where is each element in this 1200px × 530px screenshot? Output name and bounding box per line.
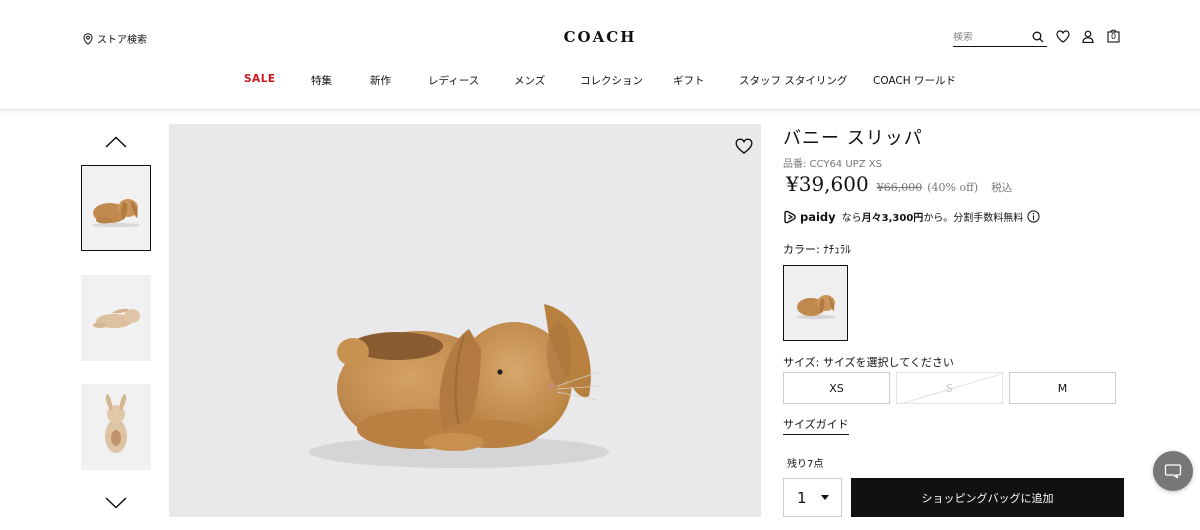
- price-row: ¥39,600 ¥66,000 (40% off) 税込: [786, 172, 1012, 196]
- nav-item-staff-styling[interactable]: スタッフ スタイリング: [739, 73, 847, 88]
- wishlist-heart-icon[interactable]: [735, 138, 753, 154]
- tax-label: 税込: [991, 182, 1013, 194]
- discount-label: (40% off): [927, 181, 979, 194]
- thumbnail-next-button[interactable]: [101, 494, 131, 512]
- sale-price: ¥39,600: [786, 172, 869, 196]
- size-option-s-label: S: [946, 381, 953, 395]
- size-label: サイズ: サイズを選択してください: [783, 356, 954, 369]
- stock-remaining: 残り7点: [787, 459, 824, 470]
- store-search-link[interactable]: ストア検索: [83, 31, 147, 46]
- main-nav: SALE 特集 新作 レディース メンズ コレクション ギフト スタッフ スタイ…: [0, 73, 1200, 89]
- chat-button[interactable]: [1153, 451, 1193, 491]
- paidy-logo-icon: [784, 210, 796, 223]
- thumbnail-1[interactable]: [81, 165, 151, 251]
- heart-icon[interactable]: [1056, 30, 1070, 43]
- color-swatch-natural[interactable]: [783, 265, 848, 341]
- product-sku: 品番: CCY64 UPZ XS: [783, 159, 882, 170]
- bunny-slipper-swatch-image: [795, 295, 836, 319]
- nav-item-mens[interactable]: メンズ: [514, 73, 545, 88]
- bag-count: 0: [1111, 32, 1117, 41]
- chevron-up-icon: [105, 136, 127, 148]
- search-icon[interactable]: [1032, 31, 1044, 43]
- bunny-slipper-top-thumbnail-image: [105, 394, 127, 453]
- user-icon[interactable]: [1082, 30, 1094, 43]
- search-box: [953, 28, 1047, 47]
- nav-item-features[interactable]: 特集: [311, 73, 332, 88]
- nav-item-coach-world[interactable]: COACH ワールド: [873, 73, 956, 88]
- size-guide-link[interactable]: サイズガイド: [783, 416, 849, 435]
- chat-icon: [1164, 464, 1182, 479]
- store-search-label: ストア検索: [97, 35, 147, 46]
- thumbnail-2[interactable]: [81, 275, 151, 361]
- thumbnail-prev-button[interactable]: [101, 133, 131, 151]
- add-to-bag-button[interactable]: ショッピングバッグに追加: [851, 478, 1124, 517]
- paidy-logo-text: paidy: [800, 209, 836, 224]
- paidy-installment-info: paidy なら 月々3,300円 から。分割手数料無料: [783, 209, 1040, 224]
- main-product-image[interactable]: [169, 124, 761, 517]
- site-header: ストア検索 COACH 0 SALE 特集 新作 レディース メンズ コレクショ…: [0, 0, 1200, 110]
- size-option-xs[interactable]: XS: [783, 372, 890, 404]
- quantity-value: 1: [797, 488, 807, 507]
- search-input[interactable]: [953, 31, 1025, 43]
- size-option-s-unavailable: S: [896, 372, 1003, 404]
- bag-button[interactable]: 0: [1107, 28, 1120, 43]
- nav-item-new[interactable]: 新作: [370, 73, 391, 88]
- paidy-monthly-amount: 月々3,300円: [861, 213, 924, 224]
- info-icon[interactable]: [1027, 210, 1040, 223]
- thumbnail-3[interactable]: [81, 384, 151, 470]
- nav-item-gift[interactable]: ギフト: [673, 73, 705, 88]
- size-option-m[interactable]: M: [1009, 372, 1116, 404]
- bunny-slipper-side-thumbnail-image: [93, 308, 140, 328]
- original-price: ¥66,000: [876, 181, 923, 194]
- quantity-select[interactable]: 1: [783, 478, 842, 517]
- location-pin-icon: [83, 32, 93, 45]
- product-title: バニー スリッパ: [783, 128, 923, 149]
- bunny-slipper-thumbnail-image: [92, 199, 140, 227]
- caret-down-icon: [821, 495, 829, 500]
- nav-item-sale[interactable]: SALE: [244, 73, 276, 85]
- paidy-text-prefix: なら: [841, 213, 862, 224]
- coach-logo[interactable]: COACH: [540, 28, 660, 46]
- color-label: カラー: ﾅﾁｭﾗﾙ: [783, 243, 851, 256]
- bunny-slipper-image: [309, 304, 609, 468]
- chevron-down-icon: [105, 497, 127, 509]
- nav-item-collection[interactable]: コレクション: [580, 73, 643, 88]
- nav-item-ladies[interactable]: レディース: [428, 73, 479, 88]
- paidy-text-suffix: から。分割手数料無料: [923, 213, 1024, 224]
